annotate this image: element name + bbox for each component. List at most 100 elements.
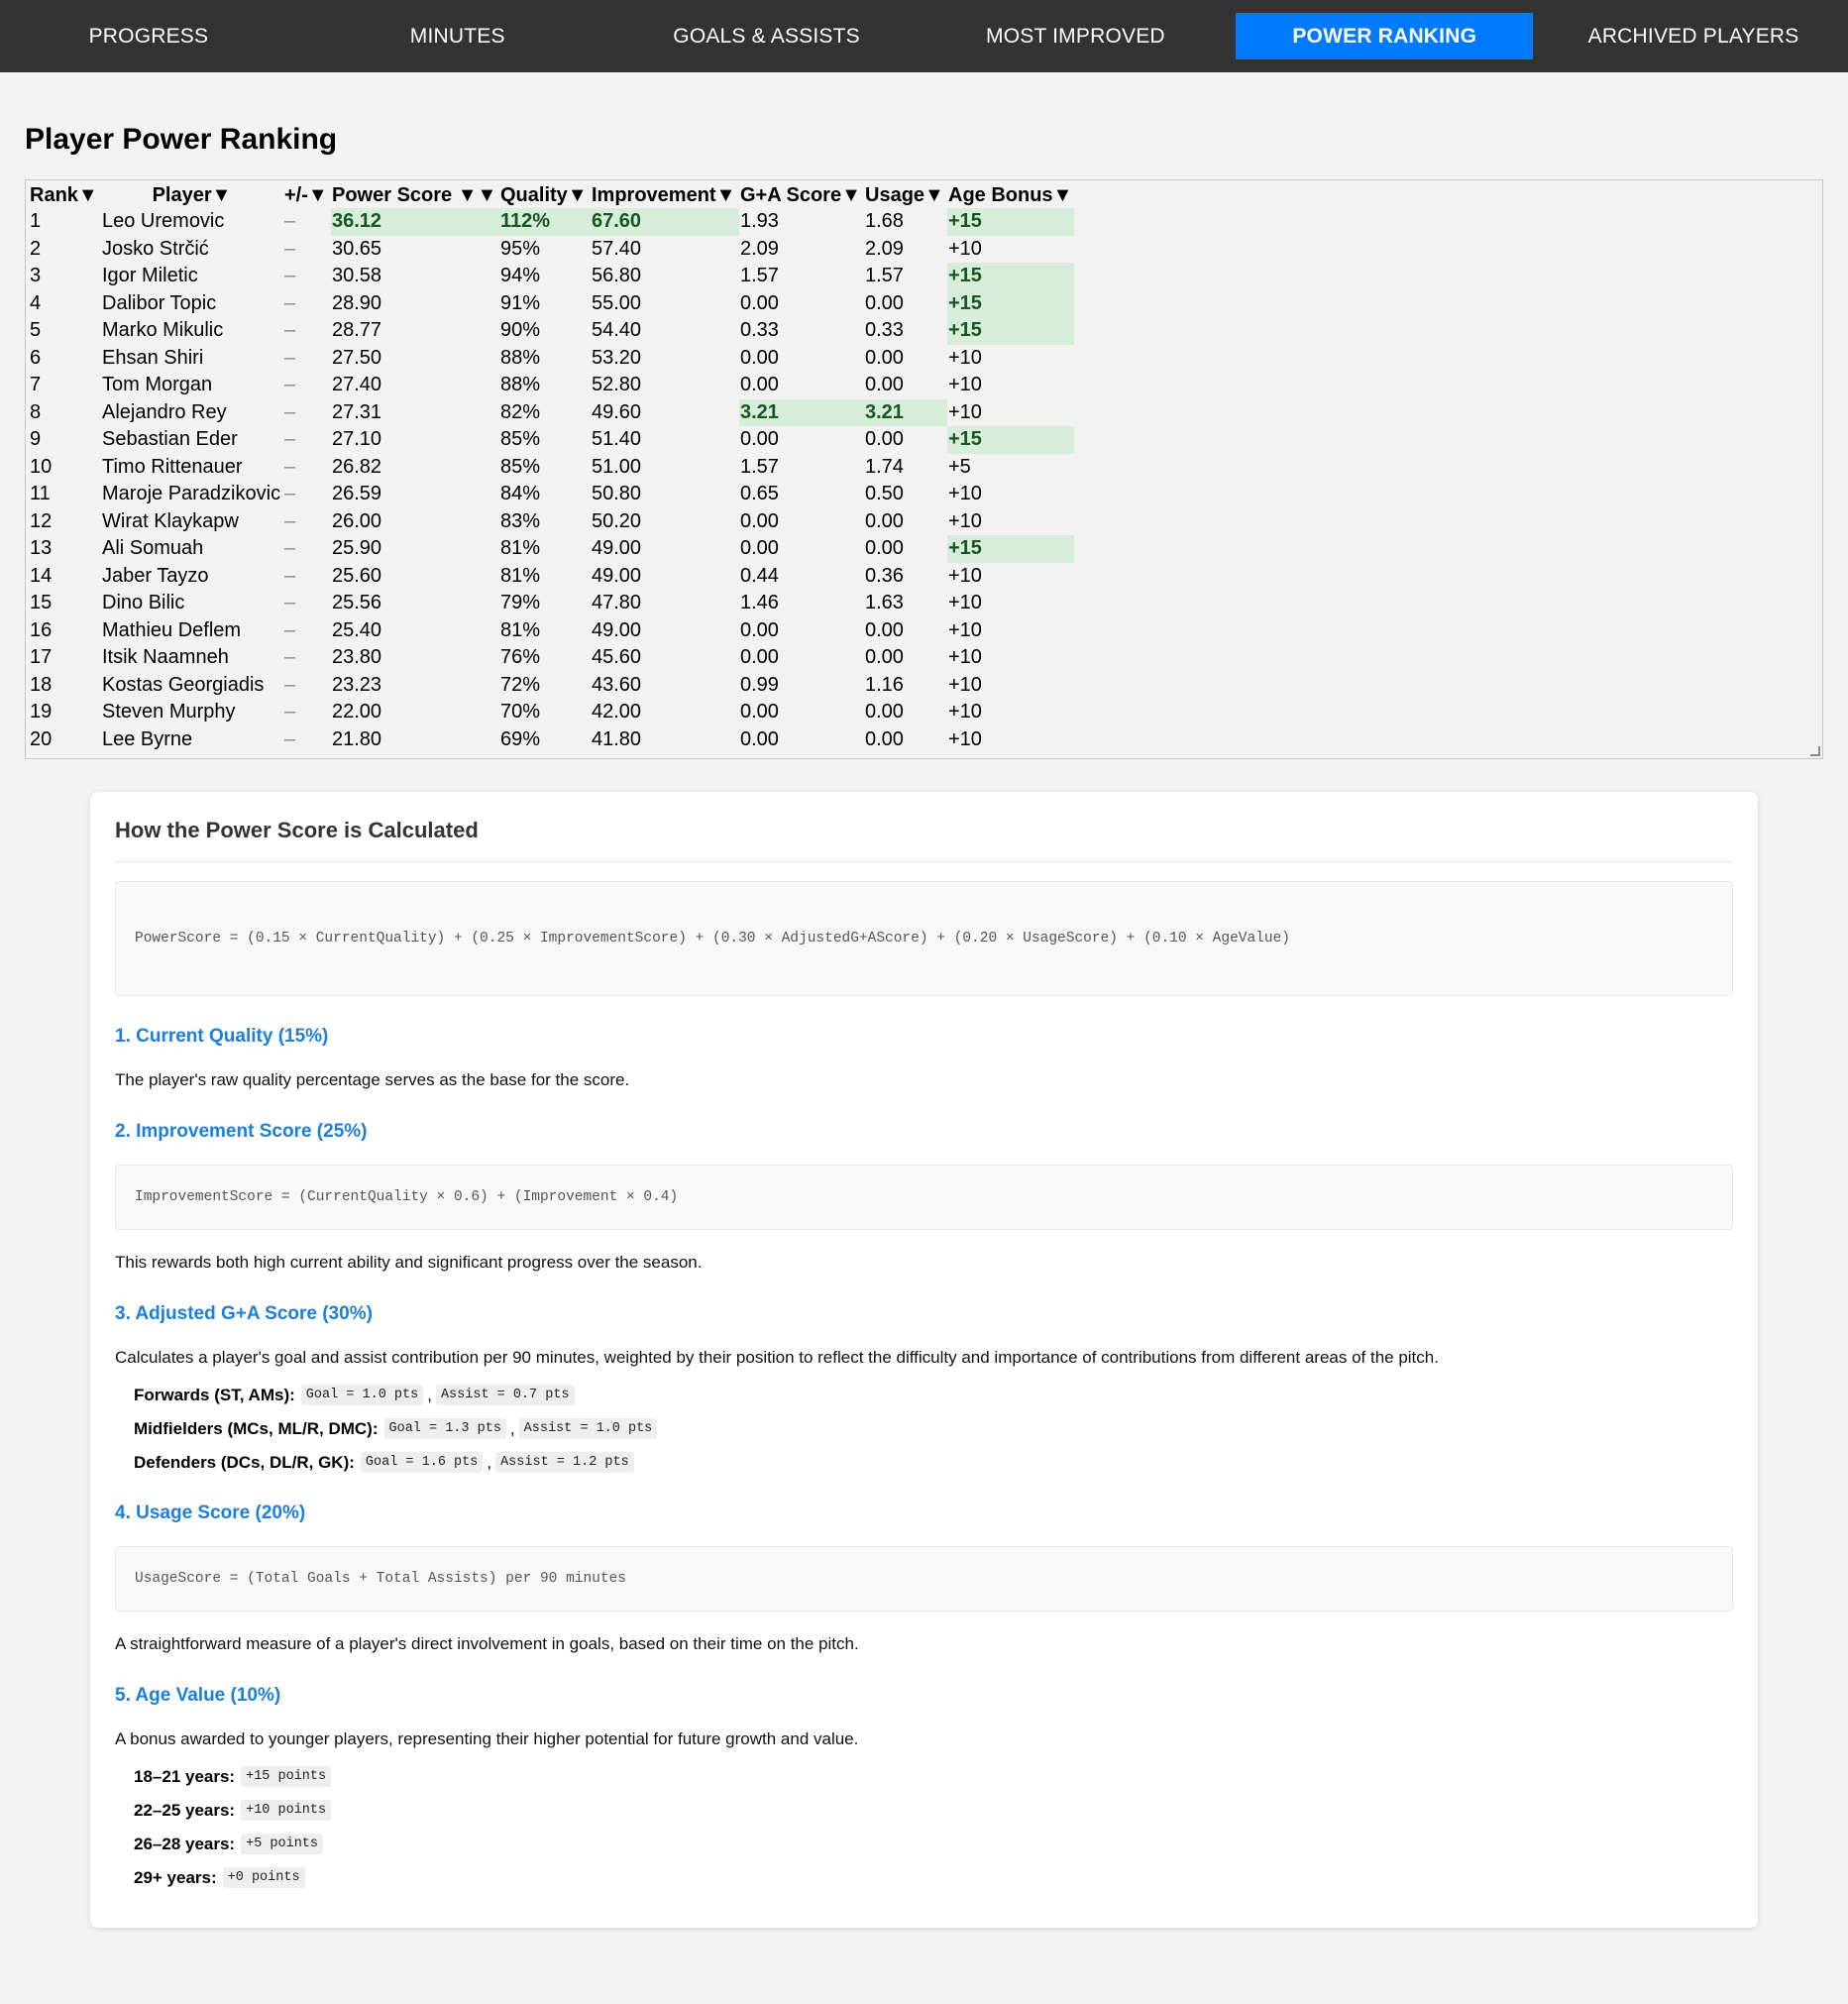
explanation-title: How the Power Score is Calculated [115,818,1733,862]
power-score-cell: 27.10 [332,428,382,451]
goal-weight-pill: Goal = 1.3 pts [383,1418,506,1440]
col-header-ga-score[interactable]: G+A Score▼ [739,182,864,208]
plus-minus-cell: – [284,291,296,314]
plus-minus-cell: – [284,319,296,342]
usage-cell: 0.00 [865,727,904,750]
improvement-cell: 50.20 [592,509,642,532]
usage-cell: 1.68 [865,210,904,233]
list-item: Defenders (DCs, DL/R, GK): Goal = 1.6 pt… [134,1452,1733,1474]
player-name-cell: Leo Uremovic [102,210,225,233]
age-bonus-cell: +10 [948,483,982,505]
player-name-cell: Jaber Tayzo [102,564,209,587]
ga-score-cell: 0.00 [740,727,779,750]
section-age-value-text: A bonus awarded to younger players, repr… [115,1729,859,1749]
nav-tab-minutes[interactable]: MINUTES [309,13,606,59]
goal-weight-pill: Goal = 1.6 pts [360,1452,484,1474]
nav-tab-goals-assists[interactable]: GOALS & ASSISTS [618,13,916,59]
col-header-power-score[interactable]: Power Score ▼▼ [331,182,499,208]
position-label: Defenders (DCs, DL/R, GK): [134,1452,355,1472]
age-bonus-cell: +15 [947,263,1075,290]
plus-minus-cell: – [284,374,296,396]
quality-cell: 81% [500,537,541,560]
rank-cell: 4 [30,291,42,314]
rank-cell: 5 [30,319,42,342]
usage-cell: 0.00 [865,509,904,532]
power-score-cell: 26.00 [332,509,382,532]
nav-tab-progress[interactable]: PROGRESS [0,13,297,59]
rank-cell: 6 [30,346,42,369]
age-bonus-cell: +15 [947,208,1075,236]
ga-score-cell: 0.00 [740,374,779,396]
list-item: 26–28 years: +5 points [134,1834,1733,1855]
nav-tab-power-ranking[interactable]: POWER RANKING [1236,13,1534,59]
list-item: Midfielders (MCs, ML/R, DMC): Goal = 1.3… [134,1418,1733,1440]
plus-minus-cell: – [284,727,296,750]
age-bonus-cell: +10 [948,592,982,614]
player-name-cell: Ehsan Shiri [102,346,204,369]
improvement-cell: 51.00 [592,455,642,478]
col-header-player[interactable]: Player▼ [101,182,283,208]
rank-cell: 14 [30,564,53,587]
player-name-cell: Timo Rittenauer [102,455,243,478]
position-label: Midfielders (MCs, ML/R, DMC): [134,1418,379,1438]
usage-cell: 1.57 [865,265,904,287]
usage-score-formula: UsageScore = (Total Goals + Total Assist… [115,1546,1733,1613]
separator: , [509,1418,515,1438]
nav-tab-archived-players[interactable]: ARCHIVED PLAYERS [1545,13,1842,59]
list-item: 29+ years: +0 points [134,1867,1733,1889]
age-bonus-cell: +10 [948,646,982,669]
col-header-age-bonus[interactable]: Age Bonus▼ [947,182,1074,208]
table-row: 14 Jaber Tayzo – 25.60 81% 49.00 0.44 0.36 +10 [29,563,1074,591]
ga-score-cell: 1.57 [740,455,779,478]
table-row: 5 Marko Mikulic – 28.77 90% 54.40 0.33 0.33 +15 [29,317,1075,345]
age-bonus-cell: +10 [948,400,982,423]
col-header-plus-minus[interactable]: +/-▼ [283,182,331,208]
usage-cell: 0.50 [865,483,904,505]
table-row: 18 Kostas Georgiadis – 23.23 72% 43.60 0.99 1.1… [29,672,1074,700]
ga-score-cell: 0.00 [740,618,779,641]
power-score-cell: 21.80 [332,727,382,750]
usage-cell: 1.16 [865,673,904,696]
age-bonus-cell: +10 [948,237,982,260]
age-bonus-cell: +10 [948,374,982,396]
improvement-cell: 43.60 [592,673,642,696]
position-weight-list: Forwards (ST, AMs): Goal = 1.0 pts , Ass… [115,1385,1733,1474]
table-row: 19 Steven Murphy – 22.00 70% 42.00 0.00 0.00 +10 [29,699,1074,726]
plus-minus-cell: – [284,265,296,287]
quality-cell: 88% [500,346,541,369]
quality-cell: 83% [500,509,541,532]
player-name-cell: Alejandro Rey [102,400,227,423]
usage-cell: 1.63 [865,592,904,614]
list-item: 22–25 years: +10 points [134,1800,1733,1822]
improvement-cell: 49.00 [592,618,642,641]
improvement-cell: 55.00 [592,291,642,314]
power-score-cell: 27.31 [332,400,382,423]
usage-cell: 0.00 [865,428,904,451]
power-score-cell: 30.65 [332,237,382,260]
quality-cell: 95% [500,237,541,260]
list-item: Forwards (ST, AMs): Goal = 1.0 pts , Ass… [134,1385,1733,1406]
nav-tab-most-improved[interactable]: MOST IMPROVED [926,13,1224,59]
player-name-cell: Itsik Naamneh [102,646,229,669]
ga-score-cell: 2.09 [740,237,779,260]
section-improvement-score-title: 2. Improvement Score (25%) [115,1121,368,1143]
player-name-cell: Tom Morgan [102,374,213,396]
col-header-usage[interactable]: Usage▼ [864,182,947,208]
resize-handle[interactable] [1810,746,1820,756]
col-header-rank[interactable]: Rank▼ [29,182,101,208]
improvement-cell: 41.80 [592,727,642,750]
section-age-value-title: 5. Age Value (10%) [115,1685,281,1707]
age-bonus-cell: +15 [947,535,1075,563]
ga-score-cell: 0.33 [740,319,779,342]
usage-cell: 3.21 [864,398,947,426]
ga-score-cell: 0.00 [740,537,779,560]
ga-score-cell: 3.21 [739,398,864,426]
col-header-improvement[interactable]: Improvement▼ [591,182,739,208]
ranking-table-container[interactable]: Rank▼ Player▼ +/-▼ Power Score ▼▼ Qualit… [25,179,1823,759]
quality-cell: 82% [500,400,541,423]
ga-score-cell: 1.93 [740,210,779,233]
rank-cell: 20 [30,727,53,750]
col-header-quality[interactable]: Quality▼ [499,182,591,208]
ga-score-cell: 0.00 [740,646,779,669]
ga-score-cell: 0.00 [740,428,779,451]
